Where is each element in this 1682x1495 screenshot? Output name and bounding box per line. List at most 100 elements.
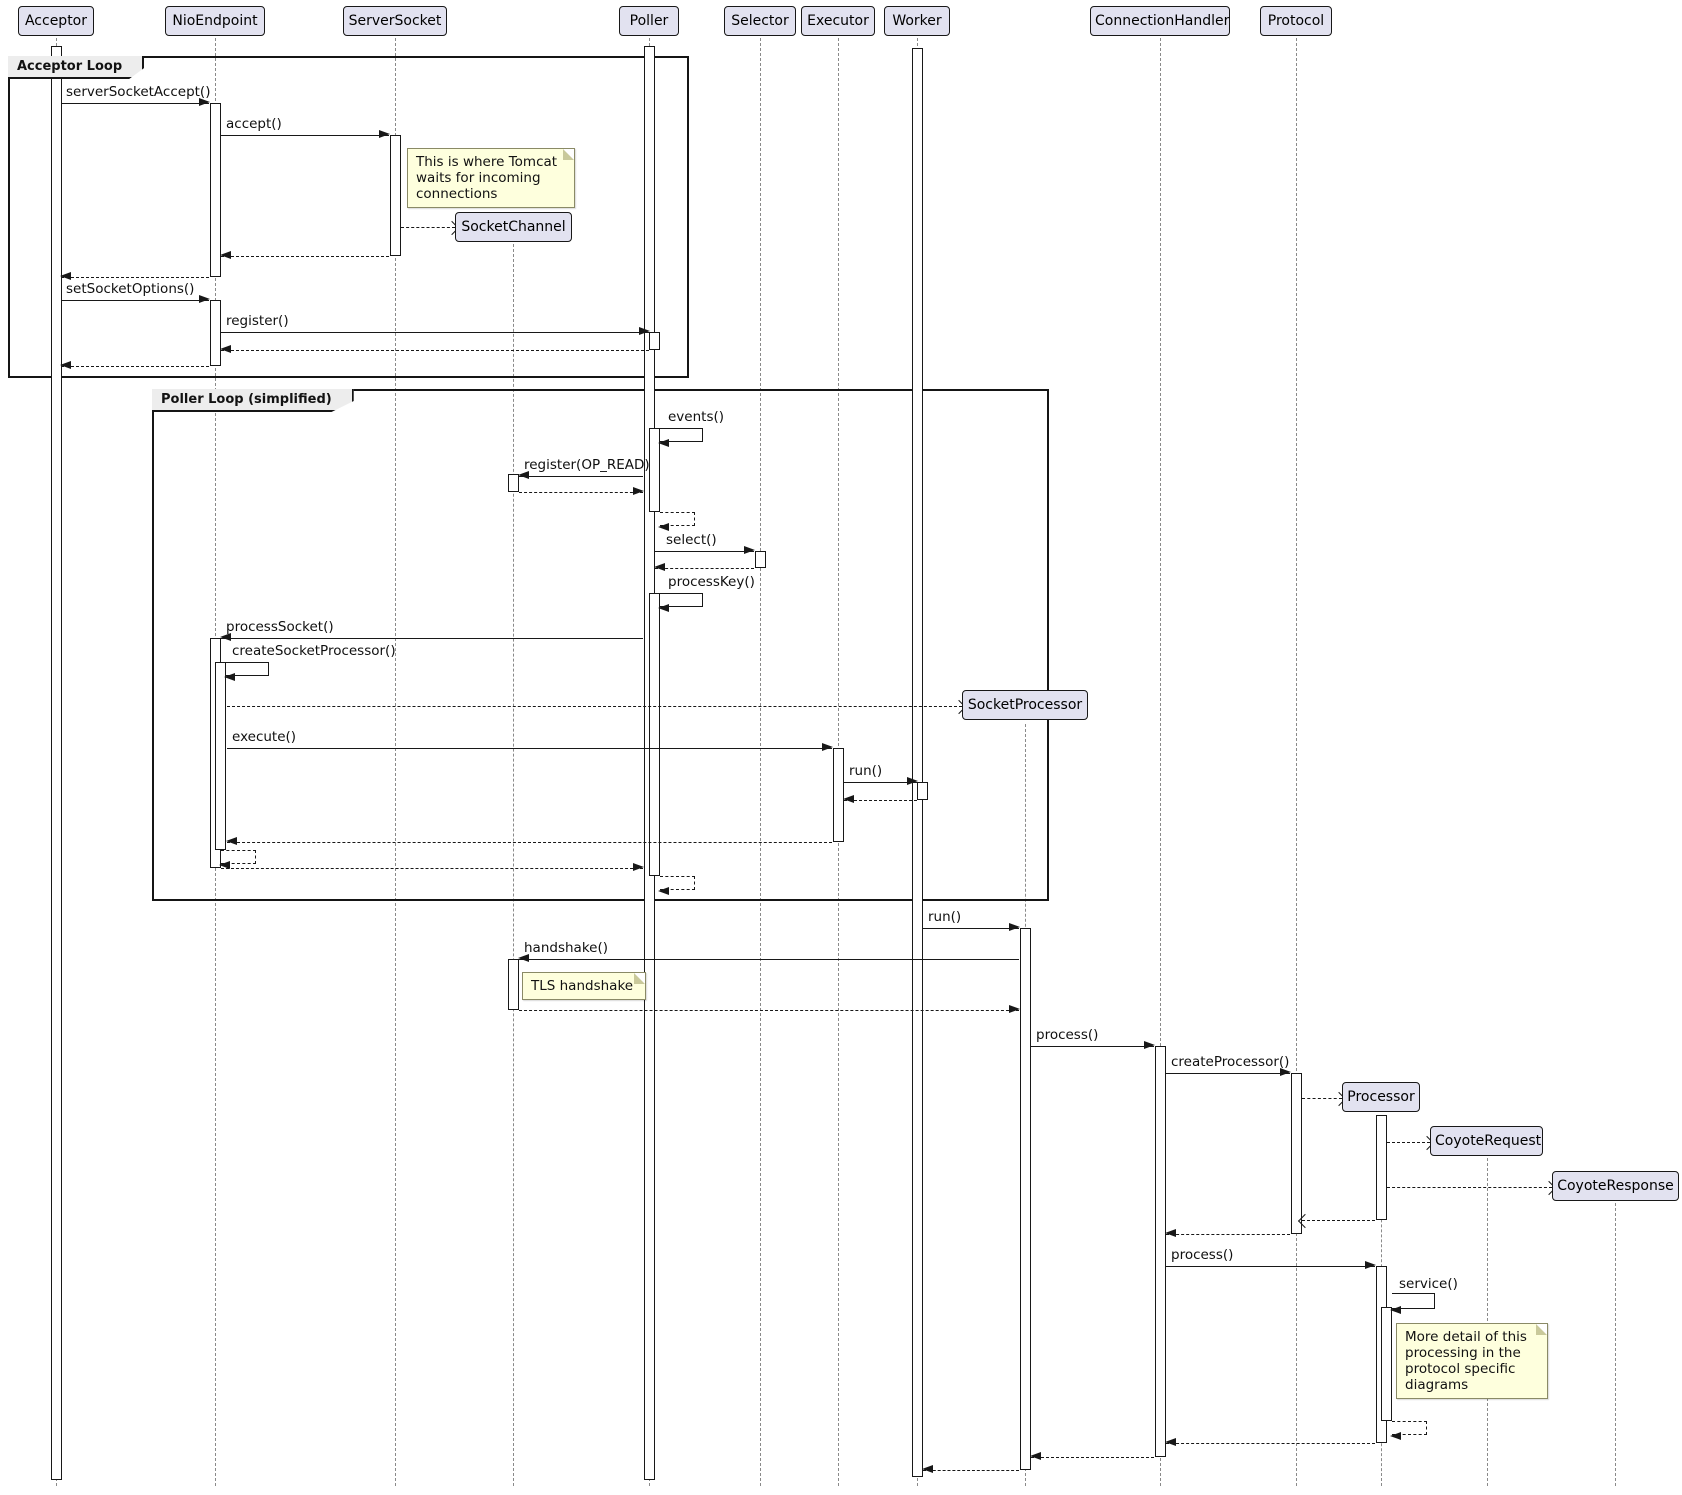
message-label: events() bbox=[668, 409, 724, 425]
message-label: execute() bbox=[232, 729, 296, 745]
arrowhead bbox=[1009, 923, 1020, 931]
arrow-process-processor bbox=[1166, 1266, 1375, 1267]
note-tls-handshake: TLS handshake bbox=[522, 972, 646, 1000]
arrowhead bbox=[60, 272, 71, 280]
arrow-return-nioendpoint-options bbox=[61, 366, 209, 367]
arrow-register-op-read bbox=[519, 476, 643, 477]
arrow-return-poller-register bbox=[221, 350, 649, 351]
arrow-return-handshake bbox=[519, 1010, 1019, 1011]
message-label: accept() bbox=[226, 116, 282, 132]
activation-selector bbox=[755, 551, 766, 568]
arrowhead bbox=[843, 795, 854, 803]
participant-worker: Worker bbox=[884, 6, 950, 36]
sequence-diagram: Acceptor Loop Poller Loop (simplified) s… bbox=[0, 0, 1682, 1495]
activation-nioendpoint-accept bbox=[210, 103, 221, 277]
message-label: serverSocketAccept() bbox=[66, 84, 210, 100]
arrowhead bbox=[654, 563, 665, 571]
arrow-return-selector bbox=[655, 568, 754, 569]
message-label: register() bbox=[226, 313, 289, 329]
activation-protocol bbox=[1291, 1073, 1302, 1234]
participant-connectionhandler: ConnectionHandler bbox=[1090, 6, 1230, 36]
arrow-return-connectionhandler bbox=[1031, 1457, 1154, 1458]
activation-worker bbox=[912, 48, 923, 1477]
frame-acceptor-loop bbox=[8, 56, 689, 378]
activation-worker-run bbox=[917, 782, 928, 800]
participant-protocol: Protocol bbox=[1260, 6, 1332, 36]
arrow-return-protocol bbox=[1166, 1234, 1290, 1235]
message-label: createProcessor() bbox=[1171, 1054, 1289, 1070]
activation-processor-create bbox=[1376, 1115, 1387, 1220]
arrowhead bbox=[1009, 1005, 1020, 1013]
arrowhead bbox=[1144, 1041, 1155, 1049]
arrowhead bbox=[1390, 1306, 1401, 1314]
arrow-processsocket bbox=[221, 638, 643, 639]
participant-coyoteresponse: CoyoteResponse bbox=[1552, 1171, 1679, 1201]
arrowhead bbox=[1390, 1432, 1401, 1440]
arrow-select bbox=[655, 551, 754, 552]
participant-processor: Processor bbox=[1342, 1082, 1420, 1112]
arrowhead bbox=[907, 777, 918, 785]
message-label: register(OP_READ) bbox=[524, 457, 650, 473]
arrow-return-processor-process bbox=[1166, 1443, 1375, 1444]
note-tomcat-waits: This is where Tomcat waits for incoming … bbox=[407, 148, 575, 208]
participant-selector: Selector bbox=[724, 6, 796, 36]
participant-acceptor: Acceptor bbox=[18, 6, 94, 36]
arrowhead bbox=[199, 295, 210, 303]
self-return-service bbox=[1392, 1421, 1427, 1435]
arrow-return-socketchannel-read bbox=[519, 492, 643, 493]
lifeline-coyoterequest bbox=[1487, 1158, 1488, 1486]
activation-poller-processkey bbox=[649, 593, 660, 876]
arrow-process-handler bbox=[1031, 1046, 1154, 1047]
message-label: select() bbox=[666, 532, 717, 548]
message-label: service() bbox=[1399, 1276, 1458, 1292]
message-label: process() bbox=[1036, 1027, 1098, 1043]
participant-nioendpoint: NioEndpoint bbox=[165, 6, 265, 36]
message-label: process() bbox=[1171, 1247, 1233, 1263]
arrowhead bbox=[922, 1465, 933, 1473]
frame-poller-loop-label: Poller Loop (simplified) bbox=[152, 389, 354, 412]
arrow-run-worker bbox=[844, 782, 917, 783]
arrowhead bbox=[220, 251, 231, 259]
self-return-events bbox=[660, 512, 695, 526]
message-label: handshake() bbox=[524, 940, 608, 956]
activation-socketchannel-read bbox=[508, 474, 519, 492]
arrow-return-executor bbox=[227, 842, 832, 843]
arrow-handshake bbox=[519, 959, 1019, 960]
arrowhead bbox=[226, 837, 237, 845]
self-message-processkey bbox=[660, 593, 703, 607]
arrow-return-processsocket bbox=[221, 868, 643, 869]
arrow-serversocketaccept bbox=[61, 103, 209, 104]
frame-acceptor-loop-label: Acceptor Loop bbox=[8, 56, 144, 79]
self-message-createsocketprocessor bbox=[226, 662, 269, 676]
activation-socketprocessor bbox=[1020, 928, 1031, 1470]
arrow-create-processor bbox=[1302, 1098, 1342, 1099]
arrow-accept bbox=[221, 135, 389, 136]
self-return-createsocketprocessor bbox=[221, 850, 256, 864]
arrow-return-worker-run bbox=[844, 800, 917, 801]
message-label: processKey() bbox=[668, 574, 755, 590]
arrowhead bbox=[658, 439, 669, 447]
arrowhead bbox=[1365, 1261, 1376, 1269]
message-label: createSocketProcessor() bbox=[232, 643, 396, 659]
activation-executor bbox=[833, 748, 844, 842]
lifeline-protocol bbox=[1296, 38, 1297, 1486]
arrowhead bbox=[658, 523, 669, 531]
self-message-events bbox=[660, 428, 703, 442]
arrow-create-coyoteresponse bbox=[1387, 1187, 1552, 1188]
arrow-return-nioendpoint bbox=[61, 277, 209, 278]
activation-processor-service bbox=[1381, 1307, 1392, 1421]
activation-acceptor bbox=[51, 46, 62, 1480]
arrowhead bbox=[1165, 1229, 1176, 1237]
participant-socketprocessor: SocketProcessor bbox=[962, 690, 1088, 720]
arrowhead bbox=[1165, 1438, 1176, 1446]
message-label: processSocket() bbox=[226, 619, 334, 635]
lifeline-coyoteresponse bbox=[1615, 1203, 1616, 1486]
arrow-create-coyoterequest bbox=[1387, 1142, 1430, 1143]
arrow-execute bbox=[227, 748, 832, 749]
arrow-run-socketprocessor bbox=[923, 928, 1019, 929]
arrowhead bbox=[220, 345, 231, 353]
self-return-processkey bbox=[660, 876, 695, 890]
participant-socketchannel: SocketChannel bbox=[455, 212, 572, 242]
arrowhead bbox=[1030, 1452, 1041, 1460]
arrow-return-socketprocessor bbox=[923, 1470, 1019, 1471]
